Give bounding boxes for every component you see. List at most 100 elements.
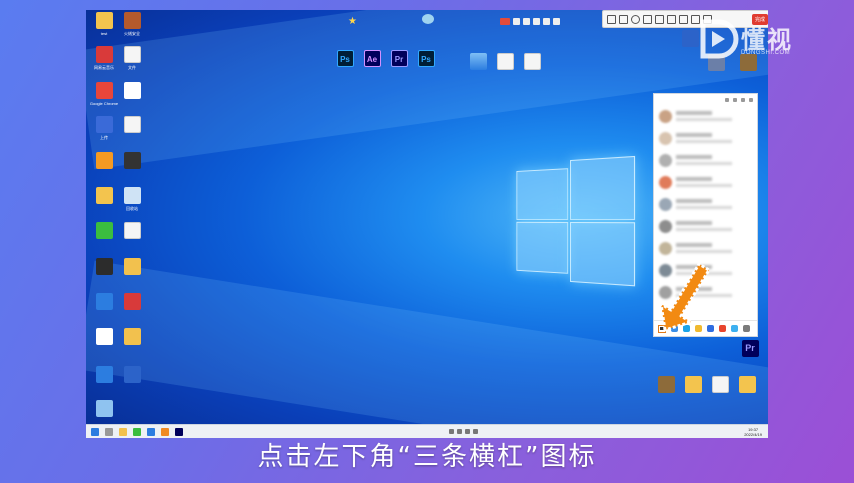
app-icon	[96, 400, 113, 417]
mosaic-icon[interactable]	[667, 15, 676, 24]
clock[interactable]: 19:37 2022/4/19	[744, 427, 762, 437]
qq-contact-row[interactable]	[657, 196, 753, 214]
app-icon	[124, 366, 141, 383]
desktop-icon-label	[116, 241, 148, 251]
windows-logo-wallpaper	[516, 156, 632, 282]
qq-contact-row[interactable]	[657, 218, 753, 236]
desktop-icon[interactable]	[116, 116, 148, 145]
app-icon	[96, 258, 113, 275]
app-icon	[96, 293, 113, 310]
dongshi-logo-icon	[697, 18, 739, 60]
qq-window-header	[654, 94, 757, 105]
desktop-icon-label: 文件	[116, 65, 148, 75]
sogou-icon[interactable]	[500, 18, 510, 25]
desktop-icon[interactable]	[116, 82, 148, 111]
desktop-icon[interactable]	[116, 222, 148, 251]
adobe-icon-label: Pr	[391, 50, 408, 67]
folder-icon	[96, 12, 113, 29]
app-icon	[96, 366, 113, 383]
caption: 点击左下角“三条横杠”图标	[0, 436, 854, 473]
qq-contact-row[interactable]	[657, 130, 753, 148]
app-icon	[124, 293, 141, 310]
desktop-icon[interactable]	[116, 366, 148, 383]
tray-icon[interactable]	[473, 429, 478, 434]
tool-icon[interactable]	[543, 18, 550, 25]
search-icon[interactable]	[105, 428, 113, 436]
tool-icon[interactable]	[533, 18, 540, 25]
app-icon	[96, 222, 113, 239]
adobe-app-icon[interactable]: Ps	[410, 50, 442, 67]
tool-icon[interactable]	[553, 18, 560, 25]
desktop-icon-label	[116, 101, 148, 111]
app-icon	[96, 116, 113, 133]
tool-icon[interactable]	[523, 18, 530, 25]
app-icon	[124, 187, 141, 204]
skin-icon[interactable]	[733, 98, 737, 102]
qq-contact-row[interactable]	[657, 152, 753, 170]
qq-contact-row[interactable]	[657, 174, 753, 192]
desktop-icon-label: 火绒安全	[116, 31, 148, 41]
app-icon	[124, 12, 141, 29]
app-icon[interactable]	[133, 428, 141, 436]
floating-toolbar	[500, 15, 580, 27]
tray-icon[interactable]	[457, 429, 462, 434]
pointer-arrow	[659, 260, 711, 332]
premiere-taskbar-icon[interactable]	[175, 428, 183, 436]
desktop-icon-label: 回收站	[116, 206, 148, 216]
desktop-icon[interactable]	[116, 328, 148, 345]
undo-icon[interactable]	[679, 15, 688, 24]
app-icon	[124, 152, 141, 169]
explorer-icon[interactable]	[119, 428, 127, 436]
app-icon[interactable]	[731, 325, 738, 332]
desktop-icon[interactable]: 回收站	[116, 187, 148, 216]
mail-icon[interactable]	[725, 98, 729, 102]
tray-icon[interactable]	[449, 429, 454, 434]
minimize-icon[interactable]	[741, 98, 745, 102]
tool-icon[interactable]	[513, 18, 520, 25]
doc-icon	[124, 46, 141, 63]
watermark: 懂视 DONGSHI.COM	[697, 14, 817, 66]
desktop-icon[interactable]	[88, 400, 120, 417]
desktop-icon-label	[116, 135, 148, 145]
pen-icon[interactable]	[607, 15, 616, 24]
cloud-icon	[422, 14, 434, 24]
start-icon[interactable]	[91, 428, 99, 436]
arrow-tool-icon[interactable]	[643, 15, 652, 24]
app-icon[interactable]	[161, 428, 169, 436]
close-icon[interactable]	[749, 98, 753, 102]
desktop-icon[interactable]	[731, 376, 763, 405]
desktop-icon[interactable]	[116, 152, 148, 181]
adobe-icon-label: Ps	[418, 50, 435, 67]
desktop-screen: test 火绒安全 网易云音乐 文件 Google Chrome 上传 回收站 Ps Ae Pr…	[86, 10, 768, 438]
desktop-icon[interactable]: 火绒安全	[116, 12, 148, 41]
desktop-icon[interactable]: 文件	[116, 46, 148, 75]
app-icon	[96, 46, 113, 63]
desktop-icon[interactable]	[516, 53, 548, 82]
adobe-icon-label: Ae	[364, 50, 381, 67]
app-icon	[124, 82, 141, 99]
watermark-site: DONGSHI.COM	[741, 50, 790, 56]
app-icon	[96, 82, 113, 99]
circle-icon[interactable]	[631, 15, 640, 24]
rect-icon[interactable]	[619, 15, 628, 24]
desktop-icon[interactable]	[116, 258, 148, 275]
app-icon	[124, 258, 141, 275]
desktop-icon[interactable]	[116, 293, 148, 310]
desktop-icon-label	[116, 171, 148, 181]
star-icon: ★	[348, 16, 358, 26]
app-icon[interactable]	[147, 428, 155, 436]
app-icon[interactable]	[719, 325, 726, 332]
doc-icon	[124, 116, 141, 133]
adobe-icon-label: Ps	[337, 50, 354, 67]
tray-icon[interactable]	[465, 429, 470, 434]
qq-contact-row[interactable]	[657, 240, 753, 258]
system-tray	[449, 429, 478, 434]
qq-contact-row[interactable]	[657, 108, 753, 126]
app-manager-icon[interactable]	[743, 325, 750, 332]
app-icon	[124, 328, 141, 345]
app-icon	[96, 152, 113, 169]
doc-icon	[124, 222, 141, 239]
premiere-icon[interactable]: Pr	[734, 340, 766, 369]
text-tool-icon[interactable]	[655, 15, 664, 24]
app-icon	[96, 328, 113, 345]
